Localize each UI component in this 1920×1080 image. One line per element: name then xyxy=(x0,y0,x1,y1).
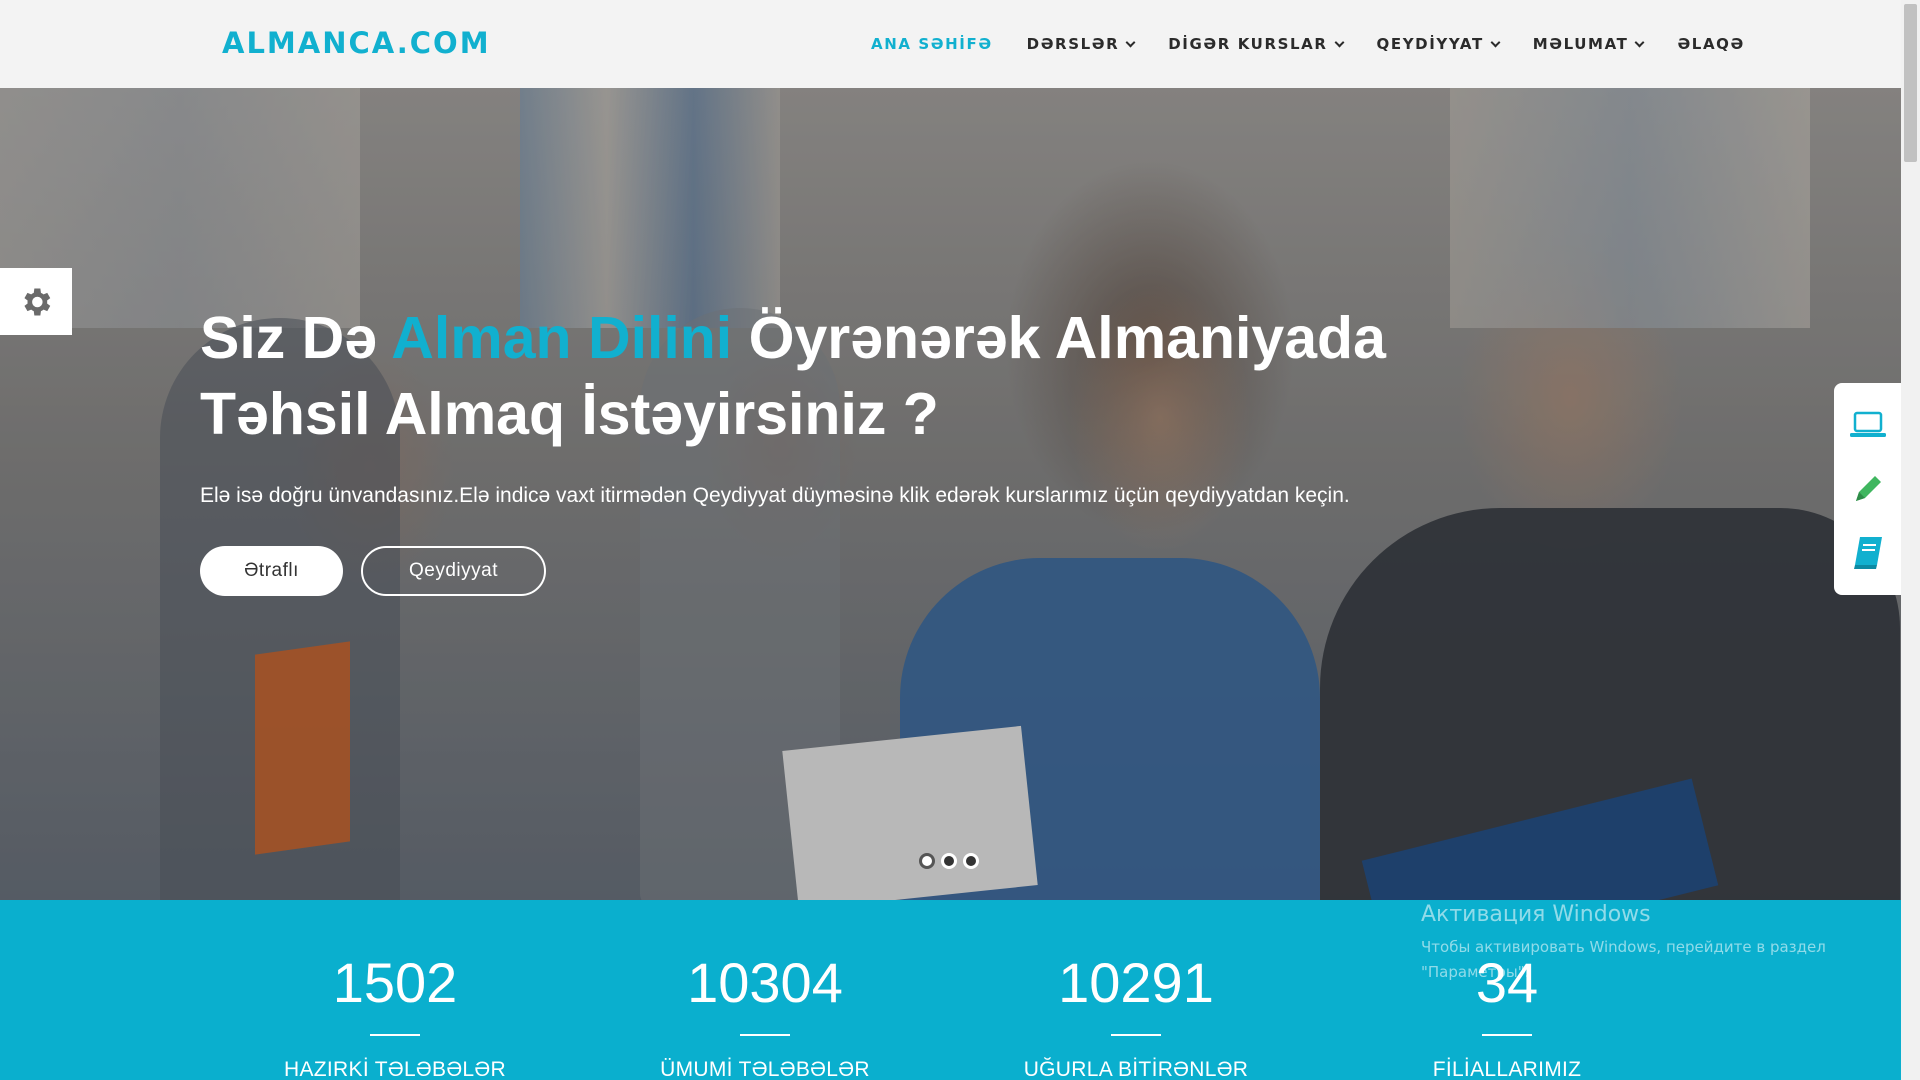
stat-label: UĞURLA BİTİRƏNLƏR xyxy=(1023,1058,1249,1080)
hero-subtitle: Elə isə doğru ünvandasınız.Elə indicə va… xyxy=(200,484,1350,507)
chevron-down-icon xyxy=(1125,37,1136,47)
nav-item-information[interactable]: MƏLUMAT xyxy=(1532,35,1645,53)
chevron-down-icon xyxy=(1334,37,1344,47)
settings-toggle[interactable] xyxy=(0,268,72,335)
stat-graduates: 10291 UĞURLA BİTİRƏNLƏR xyxy=(986,900,1286,1080)
watermark-text: Чтобы активировать Windows, перейдите в … xyxy=(1421,938,1826,981)
hero-title-part: Siz Də xyxy=(200,305,392,371)
nav-item-registration[interactable]: QEYDİYYAT xyxy=(1376,35,1501,53)
stat-label: HAZIRKİ TƏLƏBƏLƏR xyxy=(284,1058,506,1080)
chevron-down-icon xyxy=(1635,37,1645,47)
stat-divider xyxy=(370,1034,420,1036)
stat-divider xyxy=(1482,1034,1532,1036)
book-icon[interactable] xyxy=(1846,531,1890,575)
stat-label: FİLİALLARIMIZ xyxy=(1432,1058,1582,1080)
page-scrollbar[interactable] xyxy=(1901,0,1920,1080)
stat-total-students: 10304 ÜMUMİ TƏLƏBƏLƏR xyxy=(615,900,915,1080)
stat-value: 1502 xyxy=(332,951,458,1014)
nav-item-label: QEYDİYYAT xyxy=(1376,35,1484,53)
register-button[interactable]: Qeydiyyat xyxy=(361,546,546,596)
laptop-icon[interactable] xyxy=(1846,403,1890,447)
nav-item-label: MƏLUMAT xyxy=(1532,35,1629,53)
nav-item-home[interactable]: ANA SƏHİFƏ xyxy=(871,35,993,53)
stat-value: 10291 xyxy=(1058,951,1214,1014)
slider-dot[interactable] xyxy=(919,853,935,869)
watermark-title: Активация Windows xyxy=(1421,902,1651,927)
nav-item-label: DİGƏR KURSLAR xyxy=(1168,35,1328,53)
slider-dot[interactable] xyxy=(963,853,979,869)
main-nav: ANA SƏHİFƏ DƏRSLƏR DİGƏR KURSLAR QEYDİYY… xyxy=(871,0,1745,88)
site-logo[interactable]: ALMANCA.COM xyxy=(222,26,491,60)
nav-item-label: ANA SƏHİFƏ xyxy=(871,35,993,53)
pencil-icon[interactable] xyxy=(1846,467,1890,511)
site-header: ALMANCA.COM ANA SƏHİFƏ DƏRSLƏR DİGƏR KUR… xyxy=(0,0,1901,88)
hero-title: Siz Də Alman Dilini Öyrənərək Almaniyada… xyxy=(200,300,1500,452)
stat-value: 10304 xyxy=(687,951,843,1014)
slider-pagination xyxy=(919,853,979,869)
gear-icon xyxy=(24,288,51,315)
nav-item-lessons[interactable]: DƏRSLƏR xyxy=(1026,35,1136,53)
more-info-button[interactable]: Ətraflı xyxy=(200,546,343,596)
nav-item-label: ƏLAQƏ xyxy=(1677,35,1745,53)
windows-activation-watermark: Активация Windows Чтобы активировать Win… xyxy=(1421,902,1851,985)
stat-divider xyxy=(1111,1034,1161,1036)
nav-item-contact[interactable]: ƏLAQƏ xyxy=(1677,35,1744,53)
nav-item-other-courses[interactable]: DİGƏR KURSLAR xyxy=(1168,35,1344,53)
stat-label: ÜMUMİ TƏLƏBƏLƏR xyxy=(660,1058,870,1080)
stat-current-students: 1502 HAZIRKİ TƏLƏBƏLƏR xyxy=(245,900,545,1080)
nav-item-label: DƏRSLƏR xyxy=(1026,35,1120,53)
stat-divider xyxy=(740,1034,790,1036)
quick-links-panel xyxy=(1834,383,1901,595)
scrollbar-thumb[interactable] xyxy=(1904,4,1917,162)
chevron-down-icon xyxy=(1490,37,1501,47)
slider-dot[interactable] xyxy=(941,853,957,869)
hero-title-accent: Alman Dilini xyxy=(391,305,733,371)
